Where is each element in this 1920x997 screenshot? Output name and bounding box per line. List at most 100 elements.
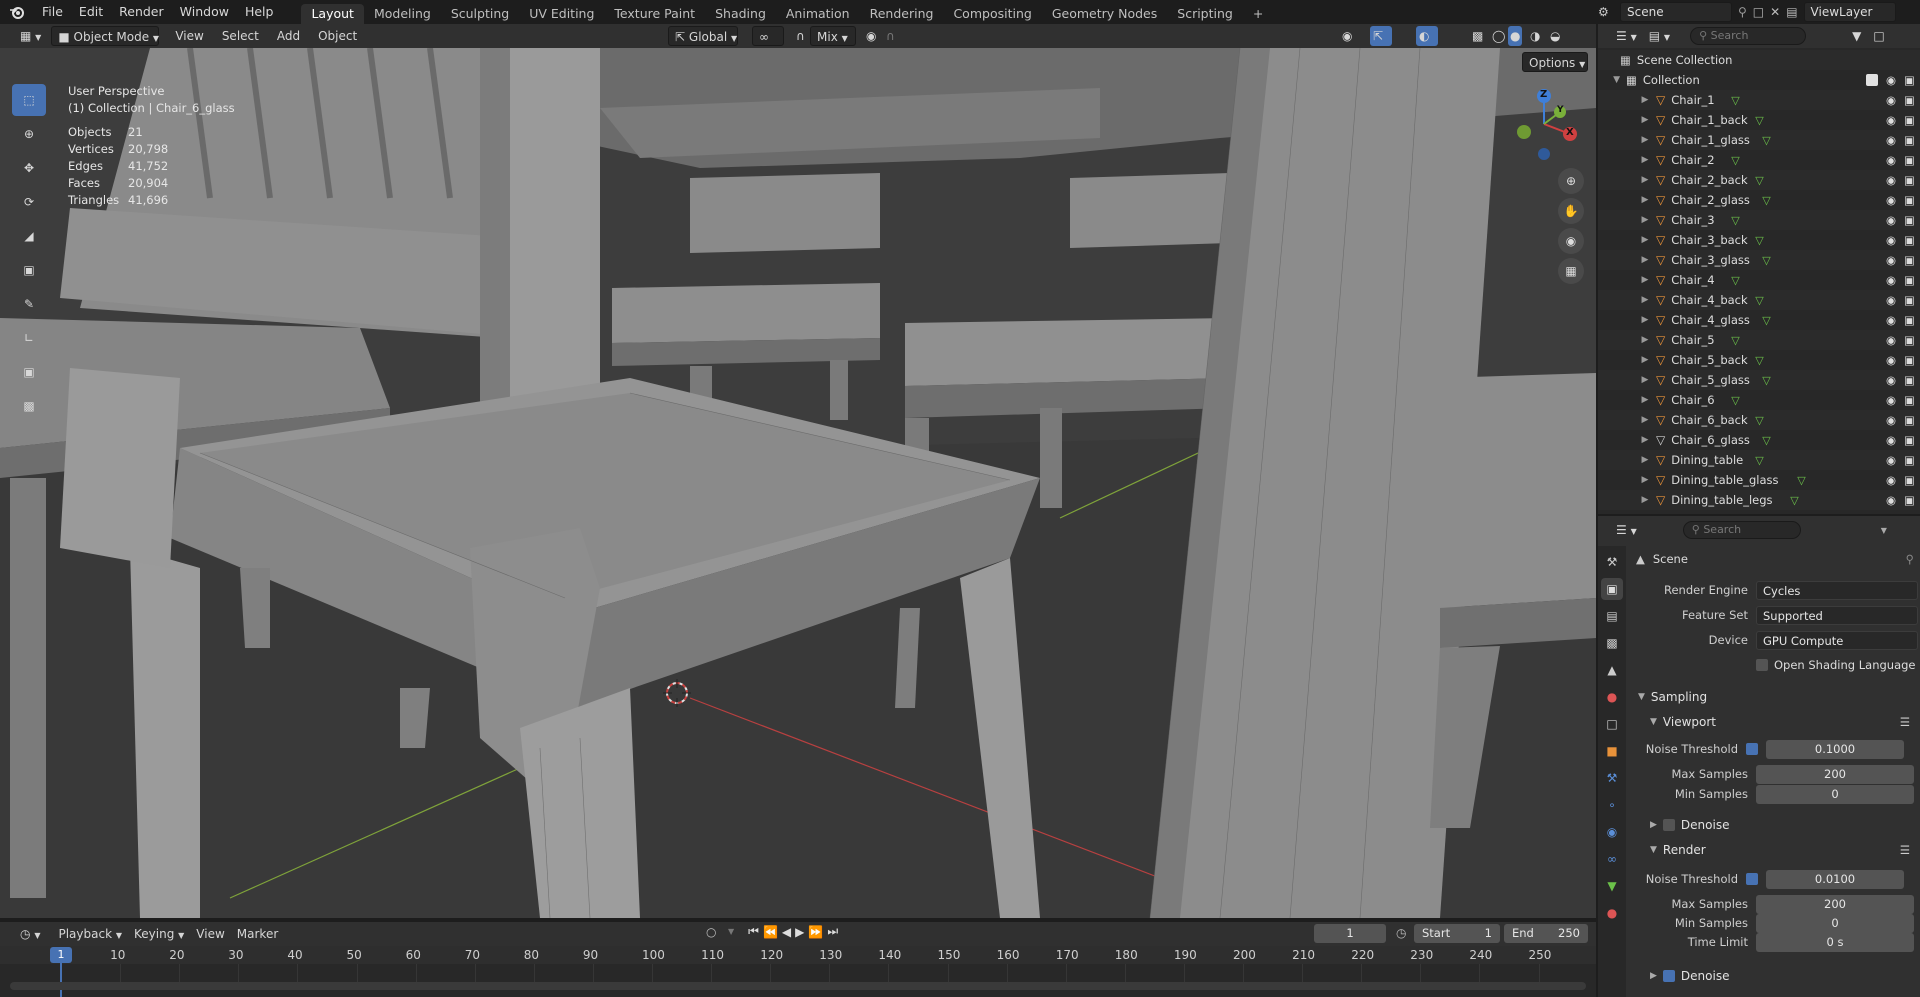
transform-orientation-dropdown[interactable]: ⇱ Global ▼ <box>668 26 738 46</box>
r-max-samples-field[interactable]: 200 <box>1756 894 1914 914</box>
chevron-right-icon[interactable]: ▶ <box>1640 255 1650 265</box>
mesh-data-icon[interactable]: ▽ <box>1762 434 1770 447</box>
xray-toggle[interactable]: ▩ <box>1466 26 1489 46</box>
chevron-right-icon[interactable]: ▶ <box>1640 195 1650 205</box>
eye-icon[interactable]: ◉ <box>1886 433 1896 447</box>
stopwatch-icon[interactable]: ◷ <box>1396 926 1406 940</box>
eye-icon[interactable]: ◉ <box>1886 293 1896 307</box>
outliner-object-row[interactable]: ▶ ▽ Chair_6_back ▽ ◉ ▣ <box>1598 410 1920 430</box>
outliner-object-row[interactable]: ▶ ▽ Dining_table_legs ▽ ◉ ▣ <box>1598 490 1920 510</box>
view-menu[interactable]: View <box>169 26 209 46</box>
play-reverse-icon[interactable]: ◀ <box>782 925 791 939</box>
camera-render-icon[interactable]: ▣ <box>1904 233 1915 247</box>
proportional-falloff[interactable]: ∩ <box>880 26 901 46</box>
mesh-data-icon[interactable]: ▽ <box>1755 174 1763 187</box>
chevron-right-icon[interactable]: ▶ <box>1640 335 1650 345</box>
camera-render-icon[interactable]: ▣ <box>1904 193 1915 207</box>
mesh-data-icon[interactable]: ▽ <box>1762 134 1770 147</box>
shading-wireframe[interactable]: ◯ <box>1490 26 1507 46</box>
visibility-dropdown[interactable]: ◉ <box>1336 26 1358 46</box>
eye-icon[interactable]: ◉ <box>1886 73 1896 87</box>
chevron-right-icon[interactable]: ▶ <box>1640 275 1650 285</box>
chevron-right-icon[interactable]: ▶ <box>1640 95 1650 105</box>
eye-icon[interactable]: ◉ <box>1886 233 1896 247</box>
pan-button[interactable]: ✋ <box>1558 198 1584 224</box>
outliner-object-row[interactable]: ▶ ▽ Chair_2_glass ▽ ◉ ▣ <box>1598 190 1920 210</box>
outliner-object-row[interactable]: ▶ ▽ Chair_5 ▽ ◉ ▣ <box>1598 330 1920 350</box>
feature-set-dropdown[interactable]: Supported <box>1756 605 1918 625</box>
eye-icon[interactable]: ◉ <box>1886 113 1896 127</box>
outliner-object-row[interactable]: ▶ ▽ Chair_1_back ▽ ◉ ▣ <box>1598 110 1920 130</box>
timeline-editor-type[interactable]: ◷ ▼ <box>14 924 46 944</box>
chevron-right-icon[interactable]: ▶ <box>1640 215 1650 225</box>
mesh-data-icon[interactable]: ▽ <box>1755 414 1763 427</box>
mesh-data-icon[interactable]: ▽ <box>1731 94 1739 107</box>
mode-dropdown[interactable]: ■ Object Mode ▼ <box>51 26 160 46</box>
outliner-object-row[interactable]: ▶ ▽ Chair_1 ▽ ◉ ▣ <box>1598 90 1920 110</box>
chevron-right-icon[interactable]: ▶ <box>1640 415 1650 425</box>
tab-shading[interactable]: Shading <box>705 4 776 24</box>
camera-render-icon[interactable]: ▣ <box>1904 333 1915 347</box>
tab-geometry-nodes[interactable]: Geometry Nodes <box>1042 4 1167 24</box>
eye-icon[interactable]: ◉ <box>1886 153 1896 167</box>
collection-tab[interactable]: □ <box>1601 713 1623 735</box>
outliner-object-row[interactable]: ▶ ▽ Chair_2 ▽ ◉ ▣ <box>1598 150 1920 170</box>
tab-animation[interactable]: Animation <box>776 4 860 24</box>
exclude-checkbox[interactable] <box>1866 74 1878 86</box>
camera-render-icon[interactable]: ▣ <box>1904 373 1915 387</box>
playback-menu[interactable]: Playback ▼ <box>52 924 128 944</box>
mesh-data-icon[interactable]: ▽ <box>1762 194 1770 207</box>
tab-modeling[interactable]: Modeling <box>364 4 441 24</box>
vp-max-samples-field[interactable]: 200 <box>1756 764 1914 784</box>
camera-render-icon[interactable]: ▣ <box>1904 473 1915 487</box>
shading-solid[interactable]: ● <box>1508 26 1523 46</box>
menu-edit[interactable]: Edit <box>71 0 111 24</box>
play-icon[interactable]: ▶ <box>795 925 804 939</box>
chevron-right-icon[interactable]: ▶ <box>1640 455 1650 465</box>
jump-end-icon[interactable]: ⏭ <box>827 924 838 939</box>
eye-icon[interactable]: ◉ <box>1886 193 1896 207</box>
outliner-object-row[interactable]: ▶ ▽ Chair_4_glass ▽ ◉ ▣ <box>1598 310 1920 330</box>
camera-render-icon[interactable]: ▣ <box>1904 93 1915 107</box>
menu-render[interactable]: Render <box>111 0 172 24</box>
timeline-view-menu[interactable]: View <box>190 924 230 944</box>
add-menu[interactable]: Add <box>271 26 306 46</box>
r-noise-threshold-checkbox[interactable] <box>1746 873 1758 885</box>
camera-render-icon[interactable]: ▣ <box>1904 113 1915 127</box>
current-frame-field[interactable]: 1 <box>1314 924 1386 943</box>
snap-toggle[interactable]: ∩ <box>790 26 811 46</box>
properties-editor-type[interactable]: ☰ ▼ <box>1610 520 1643 540</box>
mesh-data-icon[interactable]: ▽ <box>1755 454 1763 467</box>
material-tab[interactable]: ● <box>1601 902 1623 924</box>
outliner-object-row[interactable]: ▶ ▽ Dining_table ▽ ◉ ▣ <box>1598 450 1920 470</box>
outliner-search-input[interactable]: ⚲ Search <box>1690 27 1807 45</box>
presets-list-icon[interactable]: ☰ <box>1900 715 1910 729</box>
jump-start-icon[interactable]: ⏮ <box>748 924 759 939</box>
camera-render-icon[interactable]: ▣ <box>1904 173 1915 187</box>
jump-next-key-icon[interactable]: ⏩ <box>808 925 823 939</box>
output-tab[interactable]: ▤ <box>1601 605 1623 627</box>
world-tab[interactable]: ● <box>1601 686 1623 708</box>
mesh-data-icon[interactable]: ▽ <box>1731 154 1739 167</box>
tab-scripting[interactable]: Scripting <box>1167 4 1243 24</box>
camera-render-icon[interactable]: ▣ <box>1904 353 1915 367</box>
new-scene-icon[interactable]: □ <box>1753 5 1764 19</box>
camera-render-icon[interactable]: ▣ <box>1904 313 1915 327</box>
mesh-data-icon[interactable]: ▽ <box>1755 114 1763 127</box>
r-min-samples-field[interactable]: 0 <box>1756 913 1914 933</box>
r-noise-threshold-field[interactable]: 0.0100 <box>1766 869 1904 889</box>
camera-render-icon[interactable]: ▣ <box>1904 493 1915 507</box>
chevron-right-icon[interactable]: ▶ <box>1640 495 1650 505</box>
cursor-tool[interactable]: ⊕ <box>12 118 46 150</box>
blender-logo-icon[interactable] <box>0 0 34 24</box>
camera-render-icon[interactable]: ▣ <box>1904 433 1915 447</box>
navigation-gizmo[interactable]: Z X Y <box>1500 84 1580 164</box>
eye-icon[interactable]: ◉ <box>1886 373 1896 387</box>
chevron-right-icon[interactable]: ▶ <box>1640 475 1650 485</box>
eye-icon[interactable]: ◉ <box>1886 393 1896 407</box>
chevron-right-icon[interactable]: ▶ <box>1640 395 1650 405</box>
current-frame-indicator[interactable]: 1 <box>50 947 72 963</box>
r-denoise-checkbox[interactable] <box>1662 970 1675 982</box>
timeline-area[interactable]: 1 10 20 30 40 50 60 70 80 90 100 110 120 130 140 150 16… <box>0 946 1596 997</box>
render-tab[interactable]: ▣ <box>1601 578 1623 600</box>
